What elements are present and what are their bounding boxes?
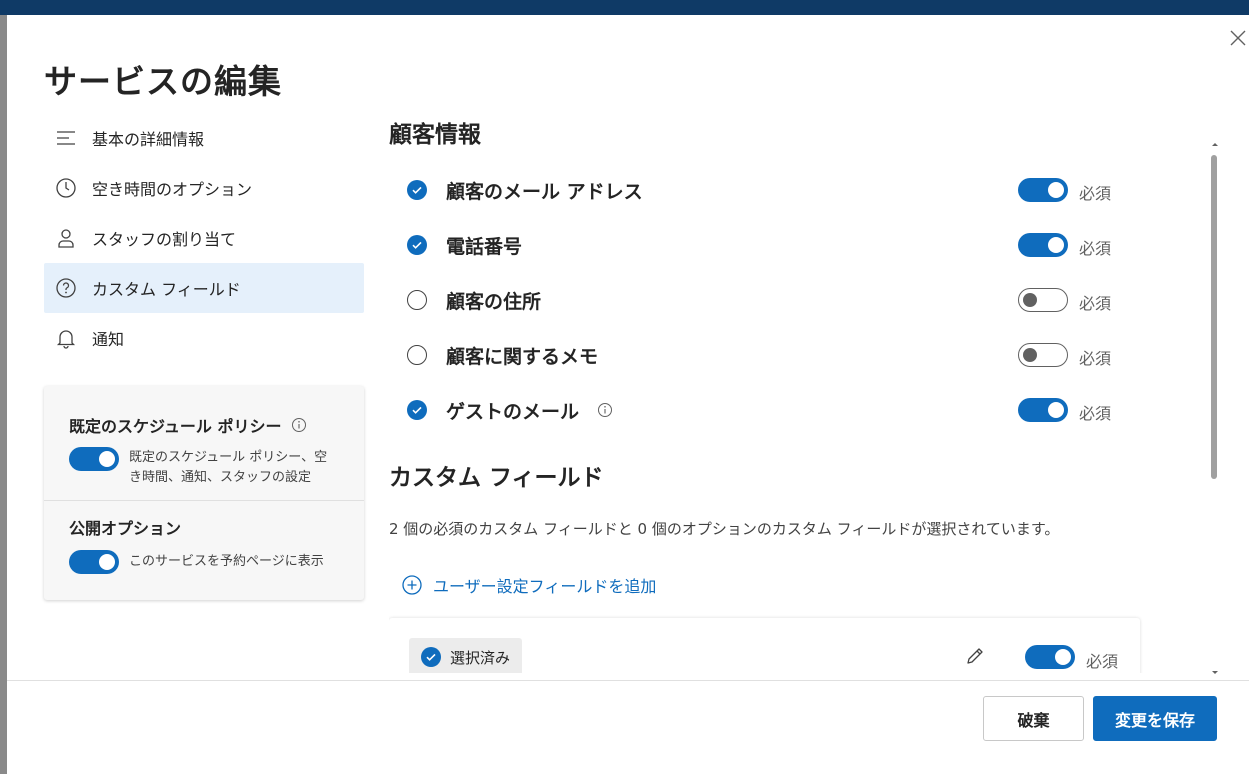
add-custom-field-link[interactable]: ユーザー設定フィールドを追加 — [401, 573, 656, 597]
required-label: 必須 — [1079, 404, 1112, 423]
checkbox-checked[interactable] — [407, 400, 427, 420]
required-label: 必須 — [1079, 294, 1112, 313]
main-content: 顧客情報 顧客のメール アドレス 必須 電話番号 必須 顧客の住所 必須 顧客に… — [389, 113, 1149, 673]
field-label: 顧客のメール アドレス — [446, 180, 643, 203]
question-icon — [54, 276, 78, 300]
checkbox-checked[interactable] — [407, 180, 427, 200]
default-policy-toggle[interactable] — [69, 447, 119, 471]
custom-fields-title: カスタム フィールド — [389, 465, 604, 491]
nav-item-staff[interactable]: スタッフの割り当て — [44, 213, 364, 263]
field-row-email: 顧客のメール アドレス 必須 — [407, 170, 1127, 210]
checkmark-icon — [426, 653, 436, 661]
background-strip — [0, 15, 7, 774]
selected-chip[interactable]: 選択済み — [409, 638, 523, 673]
required-label: 必須 — [1086, 652, 1119, 671]
required-label: 必須 — [1079, 184, 1112, 203]
publish-description: このサービスを予約ページに表示 — [129, 554, 324, 569]
required-toggle[interactable] — [1018, 343, 1068, 367]
clock-icon — [54, 176, 78, 200]
nav-item-label: 空き時間のオプション — [92, 180, 253, 199]
info-icon[interactable] — [597, 402, 613, 418]
dialog-title: サービスの編集 — [44, 62, 282, 101]
checkbox-unchecked[interactable] — [407, 345, 427, 365]
nav-item-label: スタッフの割り当て — [92, 230, 237, 249]
required-toggle[interactable] — [1018, 398, 1068, 422]
edit-service-dialog: サービスの編集 基本の詳細情報 空き時間のオプション スタッフの割り当て カスタ… — [7, 15, 1249, 774]
publish-options-title: 公開オプション — [69, 519, 182, 538]
required-toggle[interactable] — [1018, 288, 1068, 312]
field-label: 電話番号 — [446, 235, 523, 258]
close-icon — [1230, 30, 1246, 46]
field-row-address: 顧客の住所 必須 — [407, 280, 1127, 320]
publish-toggle[interactable] — [69, 550, 119, 574]
app-top-bar — [0, 0, 1249, 15]
field-label: ゲストのメール — [446, 400, 580, 423]
footer-divider — [7, 680, 1249, 681]
list-icon — [54, 126, 78, 150]
selected-label: 選択済み — [450, 648, 511, 667]
save-changes-button[interactable]: 変更を保存 — [1093, 696, 1217, 741]
field-row-phone: 電話番号 必須 — [407, 225, 1127, 265]
scroll-up-arrow[interactable] — [1209, 134, 1221, 146]
checkmark-icon — [412, 241, 422, 249]
field-row-guest-email: ゲストのメール 必須 — [407, 390, 1127, 430]
checkmark-icon — [412, 186, 422, 194]
info-icon[interactable] — [291, 417, 307, 433]
nav-item-basic-details[interactable]: 基本の詳細情報 — [44, 113, 364, 163]
bell-icon — [54, 326, 78, 350]
nav-item-availability[interactable]: 空き時間のオプション — [44, 163, 364, 213]
edit-button[interactable] — [964, 645, 986, 671]
scrollbar-thumb[interactable] — [1211, 155, 1217, 479]
field-row-notes: 顧客に関するメモ 必須 — [407, 335, 1127, 375]
checkmark-icon — [412, 406, 422, 414]
default-policy-heading: 既定のスケジュール ポリシー — [69, 413, 340, 437]
side-nav: 基本の詳細情報 空き時間のオプション スタッフの割り当て カスタム フィールド … — [44, 113, 364, 363]
nav-item-notifications[interactable]: 通知 — [44, 313, 364, 363]
customer-info-title: 顧客情報 — [389, 122, 481, 148]
publish-options-heading: 公開オプション — [69, 515, 340, 539]
pencil-icon — [967, 648, 983, 664]
required-toggle[interactable] — [1025, 645, 1075, 669]
required-toggle[interactable] — [1018, 233, 1068, 257]
checkbox-checked[interactable] — [407, 235, 427, 255]
field-label: 顧客に関するメモ — [446, 345, 599, 368]
checkbox-unchecked[interactable] — [407, 290, 427, 310]
nav-item-label: 基本の詳細情報 — [92, 130, 205, 149]
add-circle-icon — [402, 575, 422, 595]
default-policy-description: 既定のスケジュール ポリシー、空き時間、通知、スタッフの設定 — [129, 450, 328, 485]
custom-fields-description: 2 個の必須のカスタム フィールドと 0 個のオプションのカスタム フィールドが… — [389, 520, 1060, 538]
field-label: 顧客の住所 — [446, 290, 542, 313]
required-label: 必須 — [1079, 239, 1112, 258]
person-icon — [54, 226, 78, 250]
checkbox-checked — [421, 647, 441, 667]
required-label: 必須 — [1079, 349, 1112, 368]
custom-field-card: 選択済み 必須 — [389, 618, 1140, 673]
nav-item-label: カスタム フィールド — [92, 280, 241, 299]
close-button[interactable] — [1227, 27, 1249, 49]
default-policy-title: 既定のスケジュール ポリシー — [69, 417, 282, 436]
nav-item-custom-fields[interactable]: カスタム フィールド — [44, 263, 364, 313]
add-custom-field-label: ユーザー設定フィールドを追加 — [433, 577, 657, 596]
required-toggle[interactable] — [1018, 178, 1068, 202]
scroll-down-arrow[interactable] — [1209, 663, 1221, 674]
policy-card: 既定のスケジュール ポリシー 既定のスケジュール ポリシー、空き時間、通知、スタ… — [44, 386, 364, 600]
discard-button[interactable]: 破棄 — [983, 696, 1084, 741]
nav-item-label: 通知 — [92, 330, 125, 349]
